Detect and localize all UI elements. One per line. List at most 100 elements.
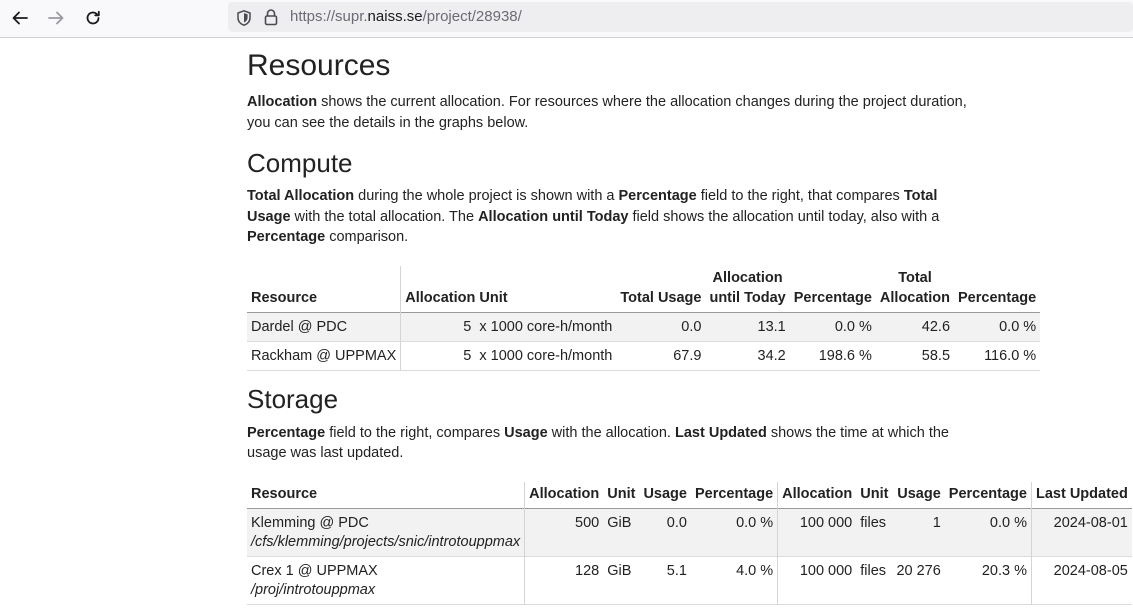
compute-title: Compute [247,148,353,178]
header-line: Allocation [712,269,783,286]
last-updated-cell: 2024-08-05 [1053,562,1128,579]
col-allocation-until-today: Allocation until Today [705,266,789,313]
col-percentage: Percentage [690,481,779,508]
total-alloc-cell: 58.5 [921,347,951,364]
resources-intro: Allocation shows the current allocation.… [247,92,967,133]
resource-name: Klemming @ PDC [251,514,369,531]
header-line: until Today [709,289,786,306]
desc-bold: Percentage [247,424,326,441]
table-row: Rackham @ UPPMAX 5 x 1000 core-h/month 6… [247,341,1041,370]
usage-cell: 5.1 [666,562,687,579]
col-resource: Resource [247,481,526,508]
col-unit: Unit [479,289,508,306]
allocation-cell: 5 [463,347,472,364]
desc-bold: Total Allocation [247,188,355,204]
usage-files-cell: 1 [932,514,941,531]
resource-name: Crex 1 @ UPPMAX [251,562,378,579]
browser-toolbar: https://supr.naiss.se/project/28938/ [0,0,1133,38]
storage-description: Percentage field to the right, compares … [247,423,957,464]
percentage-files-cell: 20.3 % [944,556,1032,604]
unit-cell: x 1000 core-h/month [479,318,613,335]
address-bar[interactable]: https://supr.naiss.se/project/28938/ [228,2,1133,32]
allocation-cell: 500 [575,514,600,531]
total-usage-cell: 67.9 [673,347,702,364]
allocation-cell: 5 [463,318,472,335]
page-content: Resources Allocation shows the current a… [247,38,1132,605]
alloc-today-cell: 13.1 [757,318,786,335]
unit-cell: GiB [607,562,632,579]
col-percentage-files: Percentage [944,481,1032,508]
last-updated-cell: 2024-08-01 [1053,514,1128,531]
storage-title: Storage [247,383,339,414]
compute-table: Resource Allocation Unit Total Usage All… [247,265,1041,371]
desc-bold: Percentage [247,229,326,245]
col-allocation: Allocation [529,485,600,502]
usage-cell: 0.0 [666,514,687,531]
percentage-cell: 4.0 % [690,556,779,604]
url-text[interactable]: https://supr.naiss.se/project/28938/ [290,8,522,25]
desc-text: with the allocation. [547,424,675,441]
storage-table: Resource Allocation Unit Usage Percentag… [247,481,1132,605]
lock-icon[interactable] [263,8,279,26]
arrow-left-icon [12,11,28,25]
resource-path: /proj/introtouppmax [251,581,376,598]
table-row: Crex 1 @ UPPMAX/proj/introtouppmax 128 G… [247,556,1132,604]
col-allocation: Allocation [405,289,476,306]
url-host: naiss.se [367,8,423,25]
unit-files-cell: files [860,562,887,579]
back-button[interactable] [7,6,33,30]
col-percentage: Percentage [793,289,872,306]
percentage-total-cell: 0.0 % [999,318,1037,335]
col-resource: Resource [247,265,402,312]
allocation-cell: 128 [575,562,600,579]
allocation-files-cell: 100 000 [799,562,853,579]
resource-cell: Dardel @ PDC [247,312,402,341]
intro-bold: Allocation [247,94,318,110]
total-usage-cell: 0.0 [681,318,702,335]
unit-cell: x 1000 core-h/month [479,347,613,364]
percentage-cell: 198.6 % [818,347,872,364]
desc-text: comparison. [325,229,409,245]
reload-button[interactable] [80,6,106,30]
col-allocation-files: Allocation [782,485,853,502]
intro-text: shows the current allocation. For resour… [247,94,967,131]
alloc-today-cell: 34.2 [757,347,786,364]
col-last-updated: Last Updated [1035,485,1128,502]
reload-icon [86,10,100,25]
unit-cell: GiB [607,514,632,531]
percentage-total-cell: 116.0 % [984,347,1037,364]
total-alloc-cell: 42.6 [921,318,951,335]
unit-files-cell: files [860,514,887,531]
resources-title: Resources [247,49,391,82]
resource-cell: Klemming @ PDC/cfs/klemming/projects/sni… [247,508,526,556]
col-usage-files: Usage [897,485,941,502]
allocation-files-cell: 100 000 [799,514,853,531]
shield-icon[interactable] [235,9,253,27]
table-row: Dardel @ PDC 5 x 1000 core-h/month 0.0 1… [247,312,1041,341]
arrow-right-icon [48,11,64,25]
desc-bold: Allocation until Today [478,208,629,225]
compute-description: Total Allocation during the whole projec… [247,186,947,248]
desc-text: during the whole project is shown with a [354,188,619,204]
col-unit-files: Unit [860,485,889,502]
col-percentage-total: Percentage [958,289,1037,306]
header-line: Total [898,269,932,286]
compute-header-row: Resource Allocation Unit Total Usage All… [247,265,1041,313]
col-total-usage: Total Usage [620,289,702,306]
forward-button[interactable] [43,6,69,30]
percentage-cell: 0.0 % [690,508,779,556]
url-prefix: https://supr. [290,8,368,25]
desc-text: with the total allocation. The [290,208,479,225]
col-total-allocation: Total Allocation [876,266,954,313]
storage-header-row: Resource Allocation Unit Usage Percentag… [247,481,1132,508]
table-row: Klemming @ PDC/cfs/klemming/projects/sni… [247,508,1132,556]
percentage-files-cell: 0.0 % [944,508,1032,556]
col-unit: Unit [607,485,636,502]
usage-files-cell: 20 276 [896,562,941,579]
desc-bold: Usage [504,424,548,441]
desc-bold: Last Updated [675,424,767,441]
percentage-cell: 0.0 % [834,318,872,335]
url-path: /project/28938/ [422,8,522,25]
col-usage: Usage [643,485,687,502]
resource-path: /cfs/klemming/projects/snic/introtouppma… [251,533,521,550]
